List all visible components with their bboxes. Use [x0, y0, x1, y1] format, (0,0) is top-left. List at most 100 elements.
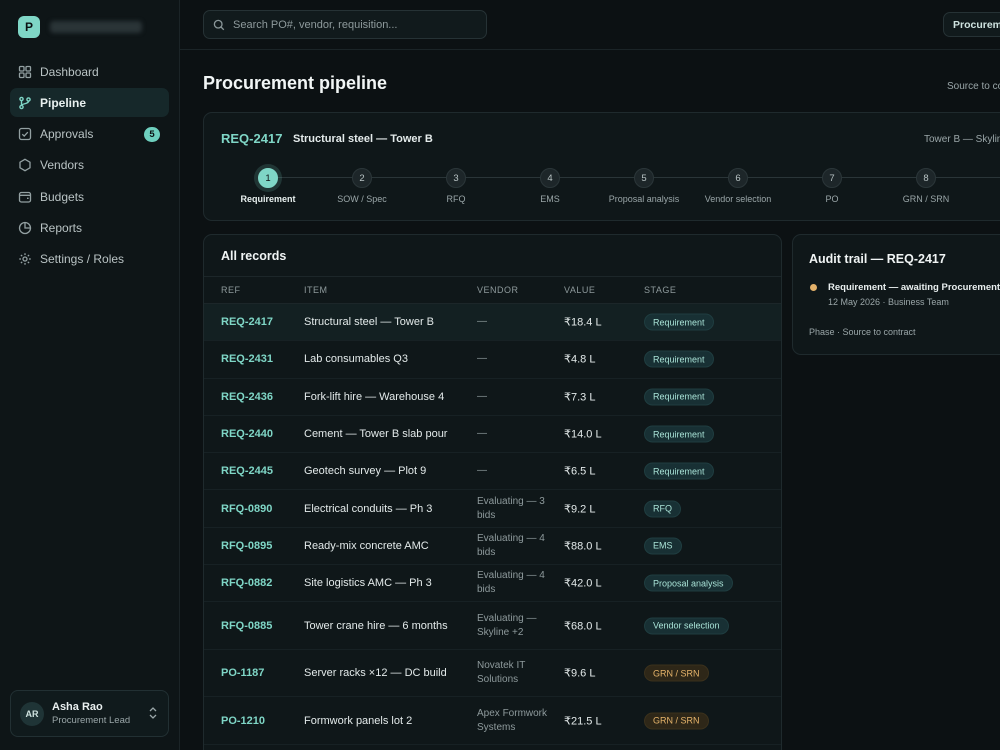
sidebar-item-vendors[interactable]: Vendors: [10, 151, 169, 180]
column-vendor[interactable]: VENDOR: [477, 285, 519, 295]
stage-badge: Requirement: [644, 462, 714, 480]
column-item[interactable]: ITEM: [304, 285, 328, 295]
row-ref[interactable]: RFQ-0882: [221, 577, 272, 589]
sidebar-item-settings-roles[interactable]: Settings / Roles: [10, 245, 169, 274]
table-body: REQ-2417 Structural steel — Tower B — ₹1…: [204, 304, 781, 745]
row-value: ₹42.0 L: [564, 577, 602, 590]
row-ref[interactable]: RFQ-0890: [221, 503, 272, 515]
step-requirement[interactable]: 1 Requirement: [218, 168, 318, 204]
table-row[interactable]: RFQ-0890 Electrical conduits — Ph 3 Eval…: [204, 490, 781, 528]
sidebar-nav: Dashboard Pipeline Approvals 5 Vendors B…: [10, 57, 169, 276]
wallet-icon: [18, 190, 32, 204]
sidebar-item-dashboard[interactable]: Dashboard: [10, 57, 169, 86]
row-vendor: Evaluating — 4 bids: [477, 532, 545, 558]
row-vendor: —: [477, 353, 487, 365]
row-item: Lab consumables Q3: [304, 353, 408, 366]
row-vendor: Evaluating — 3 bids: [477, 495, 545, 521]
row-vendor: Novatek IT Solutions: [477, 660, 526, 686]
step-vendor-selection[interactable]: 6 Vendor selection: [688, 168, 788, 204]
stage-badge: GRN / SRN: [644, 712, 709, 730]
row-value: ₹9.2 L: [564, 503, 596, 516]
row-ref[interactable]: PO-1210: [221, 715, 265, 727]
brand[interactable]: P: [18, 16, 142, 38]
table-row[interactable]: REQ-2436 Fork-lift hire — Warehouse 4 — …: [204, 379, 781, 416]
table-row[interactable]: PO-1187 Server racks ×12 — DC build Nova…: [204, 650, 781, 698]
user-menu[interactable]: AR Asha Rao Procurement Lead: [10, 690, 169, 737]
row-item: Formwork panels lot 2: [304, 714, 413, 727]
row-value: ₹68.0 L: [564, 620, 602, 633]
step-number: 3: [446, 168, 466, 188]
search-box[interactable]: [203, 10, 487, 39]
avatar: AR: [20, 701, 44, 726]
table-row[interactable]: RFQ-0895 Ready-mix concrete AMC Evaluati…: [204, 528, 781, 566]
sidebar-item-budgets[interactable]: Budgets: [10, 182, 169, 211]
table-row[interactable]: RFQ-0882 Site logistics AMC — Ph 3 Evalu…: [204, 565, 781, 603]
sidebar-item-label: Vendors: [40, 158, 85, 173]
row-vendor: —: [477, 316, 487, 328]
search-input[interactable]: [233, 18, 473, 31]
branch-icon: [18, 96, 32, 110]
approvals-count-badge: 5: [144, 126, 160, 142]
row-item: Fork-lift hire — Warehouse 4: [304, 390, 445, 403]
sidebar-item-reports[interactable]: Reports: [10, 213, 169, 242]
stage-badge: Requirement: [644, 313, 714, 331]
row-value: ₹7.3 L: [564, 391, 596, 404]
status-dot: [810, 284, 817, 291]
table-row[interactable]: REQ-2440 Cement — Tower B slab pour — ₹1…: [204, 416, 781, 454]
records-card: All records REF ITEM VENDOR VALUE STAGE …: [203, 234, 782, 750]
table-row[interactable]: REQ-2431 Lab consumables Q3 — ₹4.8 L Req…: [204, 341, 781, 379]
workspace-chip[interactable]: Procurement: [943, 12, 1000, 37]
row-value: ₹88.0 L: [564, 540, 602, 553]
sidebar-item-approvals[interactable]: Approvals 5: [10, 120, 169, 149]
step-number: 8: [916, 168, 936, 188]
row-value: ₹18.4 L: [564, 316, 602, 329]
step-label: PO: [825, 194, 839, 204]
step-ems[interactable]: 4 EMS: [500, 168, 600, 204]
step-proposal-analysis[interactable]: 5 Proposal analysis: [594, 168, 694, 204]
row-ref[interactable]: REQ-2440: [221, 428, 273, 440]
column-stage[interactable]: STAGE: [644, 285, 676, 295]
row-ref[interactable]: REQ-2431: [221, 353, 273, 365]
user-meta: Asha Rao Procurement Lead: [52, 701, 130, 726]
records-title: All records: [221, 249, 287, 263]
stage-badge: EMS: [644, 537, 682, 555]
table-row[interactable]: REQ-2445 Geotech survey — Plot 9 — ₹6.5 …: [204, 453, 781, 491]
step-label: Vendor selection: [704, 194, 772, 204]
step-number: 4: [540, 168, 560, 188]
row-ref[interactable]: REQ-2417: [221, 316, 273, 328]
requisition-id[interactable]: REQ-2417: [221, 131, 282, 146]
stage-badge: RFQ: [644, 500, 681, 518]
table-row[interactable]: REQ-2417 Structural steel — Tower B — ₹1…: [204, 304, 781, 342]
row-vendor: Apex Formwork Systems: [477, 707, 548, 733]
step-label: EMS: [540, 194, 560, 204]
row-value: ₹4.8 L: [564, 353, 596, 366]
row-ref[interactable]: REQ-2445: [221, 465, 273, 477]
row-ref[interactable]: PO-1187: [221, 667, 264, 679]
row-ref[interactable]: RFQ-0885: [221, 620, 272, 632]
row-ref[interactable]: REQ-2436: [221, 391, 273, 403]
sidebar-item-pipeline[interactable]: Pipeline: [10, 88, 169, 118]
sidebar-item-label: Dashboard: [40, 64, 99, 79]
row-ref[interactable]: RFQ-0895: [221, 540, 272, 552]
pipeline-card: REQ-2417 Structural steel — Tower B Towe…: [203, 112, 1000, 221]
row-value: ₹6.5 L: [564, 465, 596, 478]
step-grn-srn[interactable]: 8 GRN / SRN: [876, 168, 976, 204]
step-rfq[interactable]: 3 RFQ: [406, 168, 506, 204]
row-item: Geotech survey — Plot 9: [304, 465, 427, 478]
pie-chart-icon: [18, 221, 32, 235]
gear-icon: [18, 252, 32, 266]
step-number: 7: [822, 168, 842, 188]
row-item: Tower crane hire — 6 months: [304, 619, 448, 632]
chevron-up-down-icon: [148, 706, 158, 720]
audit-phase: Phase · Source to contract: [809, 327, 916, 337]
step-number: 5: [634, 168, 654, 188]
row-value: ₹21.5 L: [564, 715, 602, 728]
table-row[interactable]: PO-1210 Formwork panels lot 2 Apex Formw…: [204, 697, 781, 745]
column-value[interactable]: VALUE: [564, 285, 595, 295]
step-po[interactable]: 7 PO: [782, 168, 882, 204]
table-row[interactable]: RFQ-0885 Tower crane hire — 6 months Eva…: [204, 602, 781, 650]
step-sow-spec[interactable]: 2 SOW / Spec: [312, 168, 412, 204]
step-label: RFQ: [446, 194, 466, 204]
column-ref[interactable]: REF: [221, 285, 241, 295]
row-item: Cement — Tower B slab pour: [304, 428, 448, 441]
